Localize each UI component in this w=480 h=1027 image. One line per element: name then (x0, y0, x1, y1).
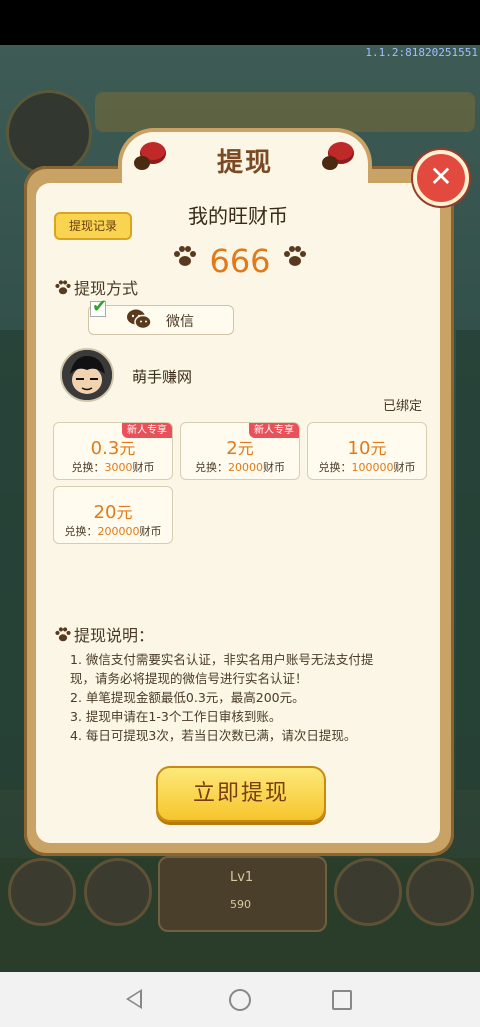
exchange-text: 兑换：100000财币 (318, 461, 416, 474)
paw-icon (282, 244, 308, 270)
note-line: 1. 微信支付需要实名认证，非实名用户账号无法支付提 (70, 652, 374, 667)
background-banner (95, 92, 475, 132)
new-user-badge: 新人专享 (122, 423, 172, 438)
amount-value: 0.3元 (90, 438, 136, 459)
recent-apps-icon[interactable] (332, 990, 352, 1010)
wechat-option[interactable] (88, 305, 234, 335)
withdraw-notes-label: 提现说明： (54, 622, 154, 646)
withdraw-record-button[interactable]: 提现记录 (54, 212, 132, 240)
note-line: 现，请务必将提现的微信号进行实名认证！ (70, 671, 308, 686)
exchange-text: 兑换：200000财币 (64, 525, 162, 538)
background-button-2 (84, 858, 152, 926)
paw-icon (54, 279, 72, 297)
background-button-4 (406, 858, 474, 926)
close-button[interactable]: ✕ (413, 150, 469, 206)
bound-status: 已绑定 (383, 399, 423, 414)
amount-option-0.3[interactable]: 0.3元 兑换：3000财币 新人专享 (53, 422, 173, 480)
status-bar (0, 0, 480, 45)
note-line: 4. 每日可提现3次，若当日次数已满，请次日提现。 (70, 728, 357, 743)
background-side-left (0, 330, 24, 790)
amount-value: 20元 (93, 502, 133, 523)
amount-option-10[interactable]: 10元 兑换：100000财币 (307, 422, 427, 480)
background-button-1 (8, 858, 76, 926)
dialog-title: 提现 (216, 148, 273, 178)
pet-coins: 590 (230, 898, 251, 911)
withdraw-notes: 1. 微信支付需要实名认证，非实名用户账号无法支付提 现，请务必将提现的微信号进… (70, 650, 430, 745)
new-user-badge: 新人专享 (249, 423, 299, 438)
background-button-3 (334, 858, 402, 926)
wechat-label: 微信 (166, 314, 194, 330)
note-line: 3. 提现申请在1-3个工作日审核到账。 (70, 709, 282, 724)
exchange-text: 兑换：20000财币 (195, 461, 285, 474)
checkmark-icon: ✔ (92, 296, 108, 317)
version-label: 1.1.2:81820251551 (365, 46, 478, 59)
background-pet-panel: Lv1 590 (158, 856, 327, 932)
amount-value: 10元 (347, 438, 387, 459)
avatar (60, 348, 114, 402)
wechat-icon (126, 308, 152, 330)
amount-option-2[interactable]: 2元 兑换：20000财币 新人专享 (180, 422, 300, 480)
paw-icon (54, 626, 72, 644)
pet-level: Lv1 (230, 870, 254, 885)
withdraw-notes-title: 提现说明： (74, 626, 155, 645)
home-icon[interactable] (229, 989, 251, 1011)
withdraw-now-button[interactable]: 立即提现 (156, 766, 326, 822)
background-avatar (6, 90, 92, 176)
back-icon[interactable] (126, 989, 142, 1009)
note-line: 2. 单笔提现金额最低0.3元，最高200元。 (70, 690, 305, 705)
coin-amount: 666 (209, 242, 271, 280)
amount-value: 2元 (226, 438, 254, 459)
exchange-text: 兑换：3000财币 (71, 461, 155, 474)
amount-option-20[interactable]: 20元 兑换：200000财币 (53, 486, 173, 544)
username: 萌手赚网 (132, 368, 193, 386)
coin-title: 我的旺财币 (188, 204, 288, 228)
background-side-right (456, 330, 480, 790)
